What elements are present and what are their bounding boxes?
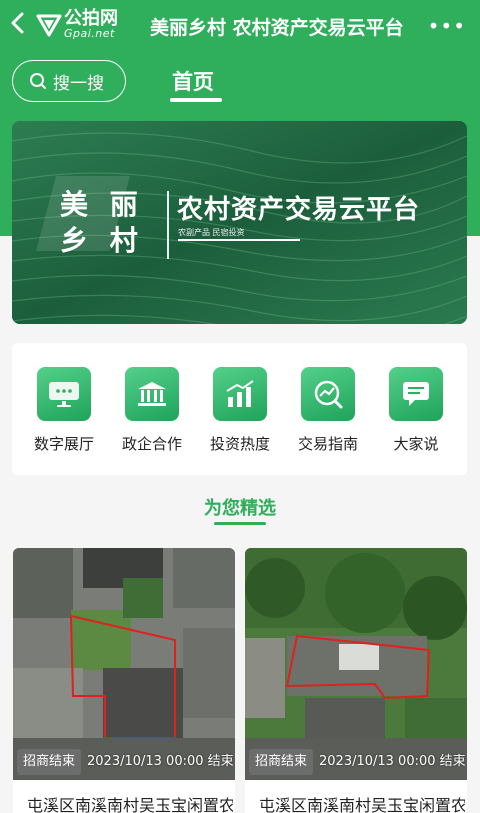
chevron-left-icon bbox=[11, 12, 24, 34]
menu-item-everyone-says[interactable]: 大家说 bbox=[376, 367, 456, 454]
menu-label: 数字展厅 bbox=[33, 435, 94, 453]
trend-guide-icon bbox=[301, 367, 355, 421]
menu-label: 政企合作 bbox=[121, 435, 182, 453]
back-button[interactable] bbox=[10, 12, 32, 38]
app-header: 公拍网 Gpai.net 美丽乡村 农村资产交易云平台 ••• bbox=[0, 0, 480, 52]
section-title: 为您精选 bbox=[204, 498, 276, 519]
listing-title: 屯溪区南溪南村吴玉宝闲置农房 bbox=[259, 796, 465, 813]
digital-hall-icon bbox=[37, 367, 91, 421]
end-time: 2023/10/13 00:00 结束 bbox=[319, 754, 465, 769]
property-aerial-image bbox=[245, 548, 467, 780]
bar-chart-icon bbox=[213, 367, 267, 421]
tab-home[interactable]: 首页 bbox=[172, 66, 214, 96]
listing-card[interactable]: 招商结束 2023/10/13 00:00 结束 屯溪区南溪南村吴玉宝闲置农房 bbox=[245, 548, 467, 813]
search-button[interactable]: 搜一搜 bbox=[12, 60, 126, 102]
logo-icon bbox=[36, 14, 62, 36]
menu-label: 交易指南 bbox=[297, 435, 358, 453]
status-badge: 招商结束 bbox=[249, 749, 314, 775]
banner-slogan-line2: 乡 村 bbox=[60, 224, 144, 257]
more-menu-button[interactable]: ••• bbox=[428, 14, 466, 38]
banner-subtitle: 农副产品 民宿投资 bbox=[178, 228, 245, 237]
logo-cn-text: 公拍网 bbox=[64, 8, 118, 29]
banner-title: 农村资产交易云平台 bbox=[177, 195, 421, 225]
government-building-icon bbox=[125, 367, 179, 421]
menu-label: 投资热度 bbox=[209, 435, 270, 453]
menu-item-trading-guide[interactable]: 交易指南 bbox=[288, 367, 368, 454]
status-badge: 招商结束 bbox=[17, 749, 82, 775]
listing-title: 屯溪区南溪南村吴玉宝闲置农房 bbox=[27, 796, 233, 813]
brand-logo: 公拍网 Gpai.net bbox=[36, 10, 118, 39]
end-time: 2023/10/13 00:00 结束 bbox=[87, 754, 233, 769]
logo-en-text: Gpai.net bbox=[64, 27, 115, 40]
quick-menu: 数字展厅 政企合作 投资热度 交易指南 大家说 bbox=[12, 343, 467, 475]
chat-bubble-icon bbox=[389, 367, 443, 421]
banner-slogan: 美 丽 乡 村 bbox=[60, 187, 144, 259]
banner-divider bbox=[167, 191, 169, 259]
section-underline bbox=[214, 522, 266, 525]
search-icon bbox=[30, 73, 46, 89]
banner-underline bbox=[178, 239, 300, 241]
menu-item-investment-heat[interactable]: 投资热度 bbox=[200, 367, 280, 454]
menu-label: 大家说 bbox=[393, 435, 439, 453]
listing-card[interactable]: 招商结束 2023/10/13 00:00 结束 屯溪区南溪南村吴玉宝闲置农房 bbox=[13, 548, 235, 813]
menu-item-gov-cooperation[interactable]: 政企合作 bbox=[112, 367, 192, 454]
search-label: 搜一搜 bbox=[53, 73, 104, 94]
banner-slogan-line1: 美 丽 bbox=[60, 188, 144, 221]
hero-banner[interactable]: 美 丽 乡 村 农村资产交易云平台 农副产品 民宿投资 bbox=[12, 121, 467, 324]
menu-item-digital-hall[interactable]: 数字展厅 bbox=[24, 367, 104, 454]
property-aerial-image bbox=[13, 548, 235, 780]
page-title: 美丽乡村 农村资产交易云平台 bbox=[150, 17, 404, 39]
tab-active-indicator bbox=[170, 98, 222, 102]
